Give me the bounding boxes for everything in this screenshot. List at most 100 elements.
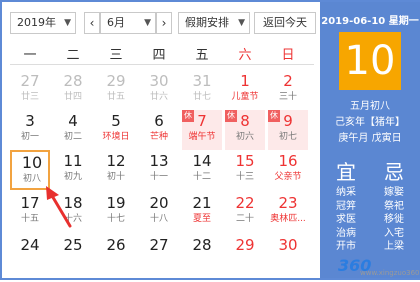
day-cell[interactable]: 23 奥林匹... (268, 192, 308, 232)
lunar-label: 初六 (235, 132, 254, 142)
weekday-label: 一 (23, 48, 37, 63)
lunar-label: 初九 (63, 172, 82, 182)
day-number: 21 (192, 194, 212, 212)
weekday-label: 四 (152, 48, 166, 63)
day-number: 29 (235, 236, 255, 254)
day-cell[interactable]: 21 夏至 (182, 192, 222, 232)
day-cell[interactable]: 31 廿七 (182, 70, 222, 110)
weekday-label: 六 (238, 48, 252, 63)
day-cell[interactable]: 2 三十 (268, 70, 308, 110)
day-cell[interactable]: 22 二十 (225, 192, 265, 232)
day-number: 4 (68, 112, 78, 130)
day-cell[interactable]: 20 十八 (139, 192, 179, 232)
yi-item: 求医 (336, 214, 356, 225)
calendar-toolbar: 2019年 ▼ ‹ 6月 ▼ › 假期安排 ▼ 返回今天 (2, 2, 320, 38)
month-select-value: 6月 (107, 16, 125, 29)
day-cell[interactable]: 休 9 初七 (268, 110, 308, 150)
day-number: 23 (278, 194, 298, 212)
day-cell[interactable]: 30 廿六 (139, 70, 179, 110)
day-cell[interactable]: 26 (96, 234, 136, 274)
day-number: 3 (25, 112, 35, 130)
lunar-label: 夏至 (192, 214, 211, 224)
day-cell[interactable]: 14 十二 (182, 150, 222, 190)
yi-item: 开市 (336, 241, 356, 252)
selected-day-number: 10 (339, 32, 401, 90)
day-cell[interactable]: 27 廿三 (10, 70, 50, 110)
day-cell[interactable]: 15 十三 (225, 150, 265, 190)
day-cell[interactable]: 18 十六 (53, 192, 93, 232)
lunar-label: 初一 (20, 132, 39, 142)
lunar-date: 五月初八 (350, 101, 390, 112)
day-number: 6 (154, 112, 164, 130)
day-number: 22 (235, 194, 255, 212)
day-number: 28 (192, 236, 212, 254)
day-cell[interactable]: 16 父亲节 (268, 150, 308, 190)
lunar-label: 芒种 (149, 132, 168, 142)
year-select-value: 2019年 (17, 16, 56, 29)
day-number: 27 (20, 72, 40, 90)
lunar-label: 初八 (22, 174, 41, 184)
lunar-label: 儿童节 (231, 92, 259, 102)
day-cell[interactable]: 12 初十 (96, 150, 136, 190)
day-cell-selected[interactable]: 10 初八 (10, 150, 50, 190)
day-number: 12 (106, 152, 126, 170)
ji-title: 忌 (384, 160, 404, 184)
lunar-label: 廿六 (149, 92, 168, 102)
lunar-label: 十八 (149, 214, 168, 224)
day-cell[interactable]: 4 初二 (53, 110, 93, 150)
lunar-label: 十五 (20, 214, 39, 224)
day-cell[interactable]: 休 7 端午节 (182, 110, 222, 150)
day-cell[interactable]: 6 芒种 (139, 110, 179, 150)
day-cell[interactable]: 1 儿童节 (225, 70, 265, 110)
day-cell[interactable]: 17 十五 (10, 192, 50, 232)
month-select[interactable]: 6月 ▼ (100, 12, 156, 34)
ganzhi-day: 庚午月 戊寅日 (338, 133, 402, 144)
day-cell[interactable]: 27 (139, 234, 179, 274)
back-to-today-button[interactable]: 返回今天 (254, 12, 316, 34)
year-select[interactable]: 2019年 ▼ (10, 12, 76, 34)
calendar-widget: 2019年 ▼ ‹ 6月 ▼ › 假期安排 ▼ 返回今天 一二三四五六日 27 廿… (0, 0, 420, 280)
lunar-label: 十二 (192, 172, 211, 182)
ji-item: 入宅 (384, 227, 404, 239)
weekday-label: 三 (109, 48, 123, 63)
chevron-down-icon: ▼ (144, 18, 151, 28)
lunar-label: 廿三 (20, 92, 39, 102)
day-cell[interactable]: 休 8 初六 (225, 110, 265, 150)
day-cell[interactable]: 25 (53, 234, 93, 274)
day-cell[interactable]: 3 初一 (10, 110, 50, 150)
lunar-label: 廿七 (192, 92, 211, 102)
day-number: 14 (192, 152, 212, 170)
day-number: 18 (63, 194, 83, 212)
lunar-label: 初二 (63, 132, 82, 142)
prev-month-button[interactable]: ‹ (84, 12, 100, 34)
next-month-button[interactable]: › (156, 12, 172, 34)
day-cell[interactable]: 28 (182, 234, 222, 274)
day-number: 25 (63, 236, 83, 254)
day-cell[interactable]: 11 初九 (53, 150, 93, 190)
day-number: 19 (106, 194, 126, 212)
day-number: 29 (106, 72, 126, 90)
day-number: 30 (149, 72, 169, 90)
day-cell[interactable]: 13 十一 (139, 150, 179, 190)
lunar-label: 廿五 (106, 92, 125, 102)
day-cell[interactable]: 28 廿四 (53, 70, 93, 110)
day-cell[interactable]: 24 (10, 234, 50, 274)
lunar-label: 奥林匹... (270, 214, 306, 224)
day-number: 17 (20, 194, 40, 212)
day-number: 27 (149, 236, 169, 254)
day-number: 10 (21, 153, 43, 172)
day-cell[interactable]: 19 十七 (96, 192, 136, 232)
day-number: 24 (20, 236, 40, 254)
lunar-label: 廿四 (63, 92, 82, 102)
lunar-label: 十三 (235, 172, 254, 182)
chevron-down-icon: ▼ (64, 18, 71, 28)
day-cell[interactable]: 29 (225, 234, 265, 274)
site-watermark: 360 www.xingzuo360.cn (338, 256, 420, 280)
day-cell[interactable]: 5 环境日 (96, 110, 136, 150)
day-cell[interactable]: 30 (268, 234, 308, 274)
lunar-label: 三十 (278, 92, 297, 102)
day-cell[interactable]: 29 廿五 (96, 70, 136, 110)
lunar-year: 己亥年【猪年】 (335, 117, 405, 128)
holiday-schedule-select[interactable]: 假期安排 ▼ (178, 12, 250, 34)
ji-item: 祭祀 (384, 200, 404, 212)
